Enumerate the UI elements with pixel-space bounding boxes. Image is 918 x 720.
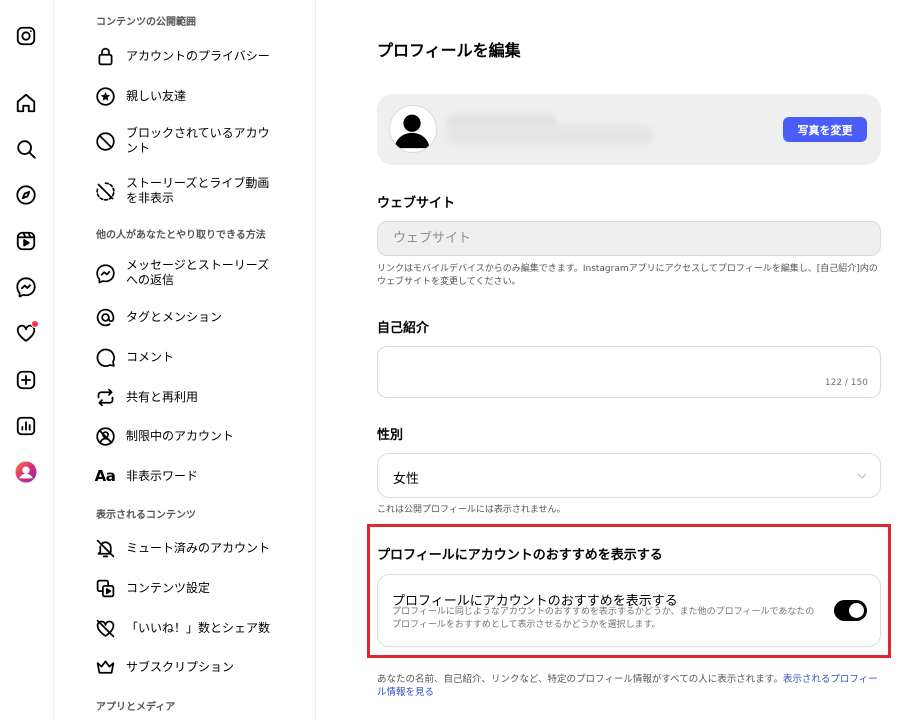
menu-item-label: サブスクリプション (126, 659, 235, 674)
menu-item-comments[interactable]: コメント (93, 345, 313, 369)
reels-icon[interactable] (14, 229, 38, 253)
website-help-text: リンクはモバイルデバイスからのみ編集できます。Instagramアプリにアクセス… (377, 264, 878, 287)
repost-icon (93, 385, 117, 409)
edit-profile-panel: プロフィールを編集 写真を変更 ウェブサイト リンクはモバイルデバイスからのみ編… (317, 0, 918, 720)
change-photo-button[interactable]: 写真を変更 (783, 117, 867, 142)
lock-icon (93, 44, 117, 68)
messenger-icon (93, 261, 117, 285)
menu-item-account-privacy[interactable]: アカウントのプライバシー (93, 44, 313, 68)
blurred-fullname (447, 126, 652, 144)
avatar[interactable] (389, 105, 437, 153)
gender-help-text: これは公開プロフィールには表示されません。 (377, 505, 566, 515)
bio-textarea[interactable]: 122 / 150 (377, 346, 881, 398)
default-avatar-icon (394, 114, 430, 149)
profile-visibility-note: あなたの名前、自己紹介、リンクなど、特定のプロフィール情報がすべての人に表示され… (377, 674, 878, 698)
menu-item-label: ミュート済みのアカウント (126, 540, 271, 555)
menu-item-label: コンテンツ設定 (126, 580, 211, 595)
block-icon (93, 129, 117, 153)
menu-item-label: 「いいね！」数とシェア数 (126, 620, 271, 635)
bio-char-count: 122 / 150 (824, 378, 868, 388)
toggle-knob (849, 603, 864, 618)
profile-card: 写真を変更 (377, 94, 881, 165)
restricted-icon (93, 424, 117, 448)
notification-dot (31, 320, 39, 328)
left-nav-rail (0, 0, 54, 720)
menu-item-subscriptions[interactable]: サブスクリプション (93, 655, 313, 679)
heart-off-icon (93, 616, 117, 640)
create-icon[interactable] (14, 368, 38, 392)
messenger-icon[interactable] (14, 275, 38, 299)
dashboard-icon[interactable] (14, 414, 38, 438)
comment-icon (93, 345, 117, 369)
menu-item-label: 共有と再利用 (126, 389, 199, 404)
media-settings-icon (93, 576, 117, 600)
menu-item-label: コメント (126, 349, 175, 364)
star-circle-icon (93, 84, 117, 108)
chevron-down-icon (857, 473, 867, 479)
story-off-icon (93, 179, 117, 203)
page-title: プロフィールを編集 (377, 41, 521, 60)
settings-menu: コンテンツの公開範囲 アカウントのプライバシー 親しい友達 ブロックされているア… (55, 0, 316, 720)
menu-item-blocked[interactable]: ブロックされているアカウ ント (93, 126, 313, 156)
menu-item-hidden-words[interactable]: Aa 非表示ワード (93, 464, 313, 488)
menu-item-label: 非表示ワード (126, 468, 199, 483)
instagram-icon[interactable] (14, 24, 38, 48)
menu-item-muted[interactable]: ミュート済みのアカウント (93, 536, 313, 560)
menu-item-restricted[interactable]: 制限中のアカウント (93, 424, 313, 448)
bell-off-icon (93, 536, 117, 560)
text-aa-icon: Aa (94, 467, 116, 485)
crown-icon (93, 655, 117, 679)
menu-item-hide-story[interactable]: ストーリーズとライブ動画 を非表示 (93, 176, 313, 206)
section-title-interaction: 他の人があなたとやり取りできる方法 (96, 230, 266, 241)
menu-item-label: 制限中のアカウント (126, 428, 235, 443)
section-title-apps-media: アプリとメディア (96, 702, 176, 713)
gender-selected-value: 女性 (393, 472, 420, 487)
menu-item-label: アカウントのプライバシー (126, 48, 270, 63)
website-input[interactable] (377, 221, 881, 256)
bio-label: 自己紹介 (377, 321, 430, 336)
gender-label: 性別 (377, 428, 404, 443)
section-title-visibility: コンテンツの公開範囲 (96, 17, 196, 28)
profile-avatar-icon[interactable] (14, 460, 38, 484)
menu-item-label: ブロックされているアカウ ント (126, 126, 270, 155)
suggestions-heading: プロフィールにアカウントのおすすめを表示する (377, 548, 663, 563)
suggestions-toggle[interactable] (834, 600, 867, 621)
menu-item-close-friends[interactable]: 親しい友達 (93, 84, 313, 108)
menu-item-messages[interactable]: メッセージとストーリーズ への返信 (93, 258, 313, 288)
menu-item-label: 親しい友達 (126, 88, 187, 103)
menu-item-label: メッセージとストーリーズ への返信 (126, 258, 270, 287)
home-icon[interactable] (14, 91, 38, 115)
gender-select[interactable]: 女性 (377, 453, 881, 498)
section-title-content-shown: 表示されるコンテンツ (96, 510, 196, 521)
menu-item-label: タグとメンション (126, 309, 223, 324)
at-sign-icon (93, 305, 117, 329)
explore-icon[interactable] (14, 183, 38, 207)
suggestions-card: プロフィールにアカウントのおすすめを表示する プロフィールに同じようなアカウント… (377, 574, 881, 647)
website-label: ウェブサイト (377, 196, 456, 211)
menu-item-tags[interactable]: タグとメンション (93, 305, 313, 329)
menu-item-sharing[interactable]: 共有と再利用 (93, 385, 313, 409)
menu-item-likes-shares[interactable]: 「いいね！」数とシェア数 (93, 616, 313, 640)
suggestions-card-description: プロフィールに同じようなアカウントのおすすめを表示するかどうか、また他のプロフィ… (392, 607, 815, 630)
menu-item-label: ストーリーズとライブ動画 を非表示 (126, 176, 270, 205)
heart-icon[interactable] (14, 320, 39, 345)
search-icon[interactable] (14, 137, 38, 161)
menu-item-content-settings[interactable]: コンテンツ設定 (93, 576, 313, 600)
